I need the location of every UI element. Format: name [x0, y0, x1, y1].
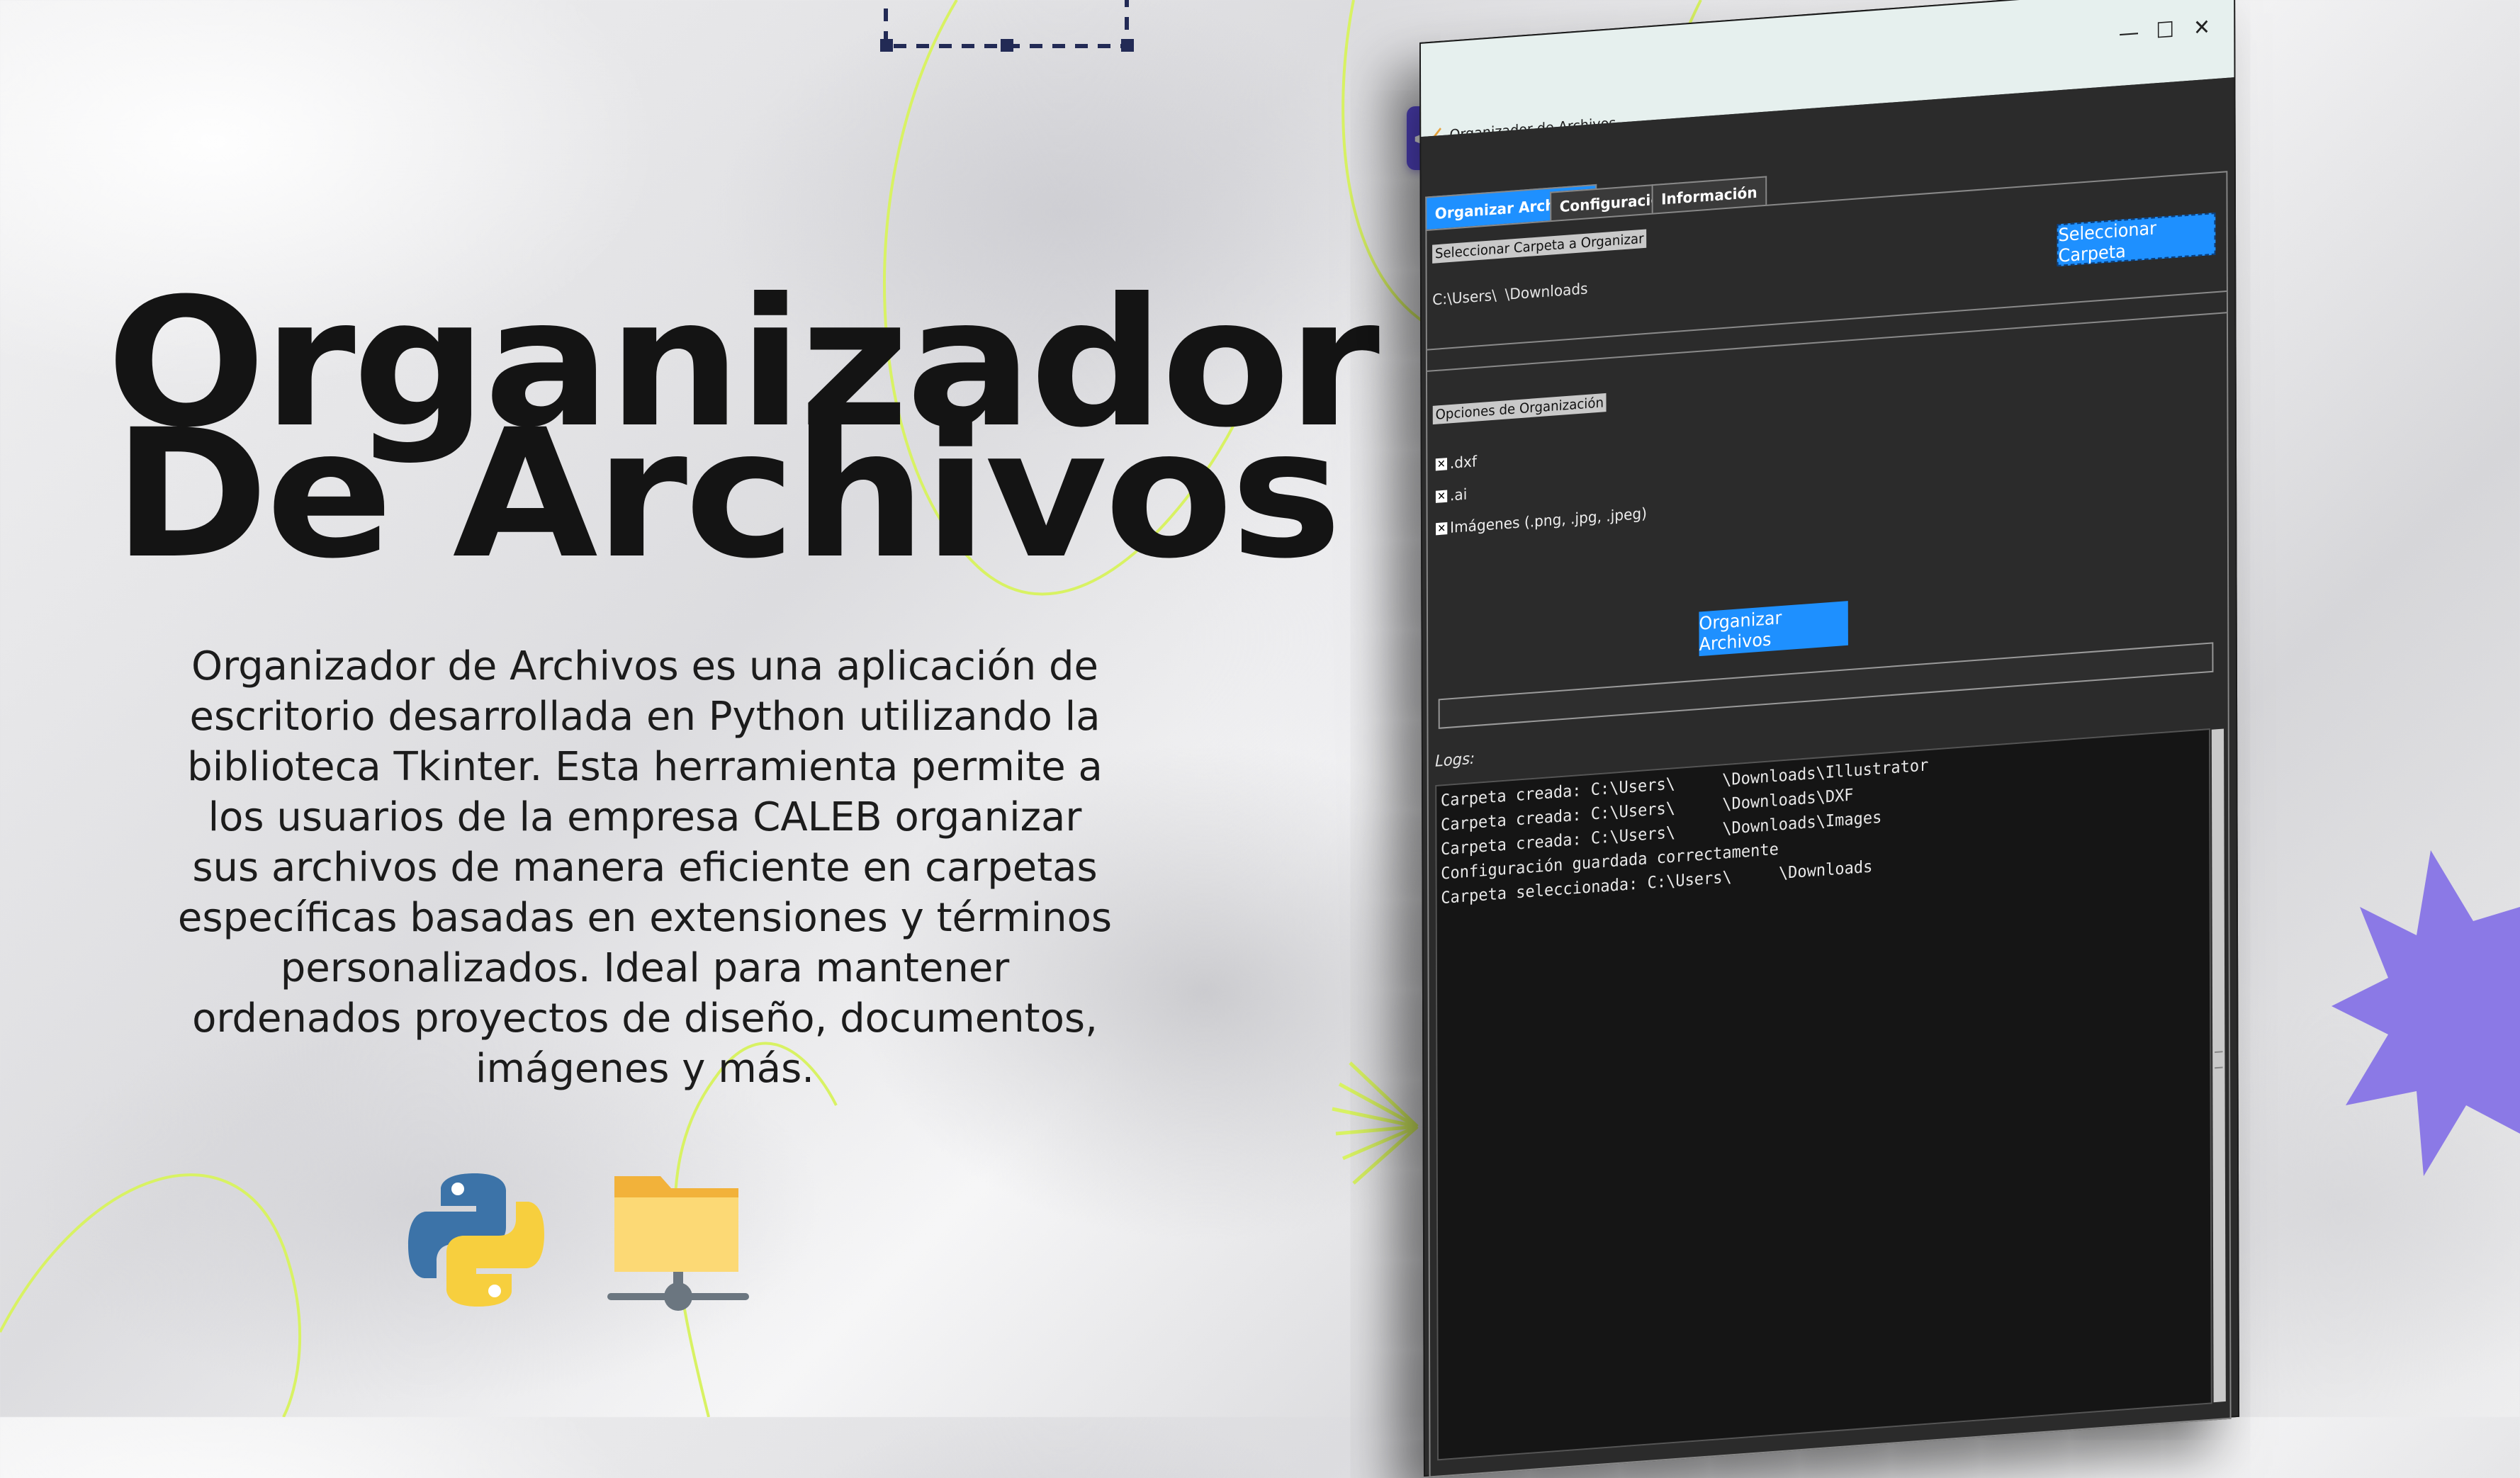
hero-description: Organizador de Archivos es una aplicació… — [177, 643, 1113, 1092]
dashed-selection-box — [880, 0, 1134, 52]
options-label: Opciones de Organización — [1432, 393, 1607, 425]
option-images-label: Imágenes (.png, .jpg, .jpeg) — [1450, 504, 1648, 536]
hero-title: Organizador De Archivos — [106, 275, 1380, 597]
app-window: Organizador de Archivos — ☐ ✕ Organizar … — [1419, 0, 2240, 1478]
hero-title-line2: De Archivos — [113, 391, 1341, 597]
lime-curve-bottom-left — [0, 1173, 302, 1417]
python-logo — [408, 1173, 544, 1307]
path-suffix: \Downloads — [1504, 280, 1588, 303]
checkbox-images[interactable]: ✕ — [1436, 521, 1448, 535]
option-dxf-label: .dxf — [1449, 452, 1477, 473]
select-folder-label: Seleccionar Carpeta a Organizar — [1432, 229, 1647, 264]
checkbox-dxf[interactable]: ✕ — [1435, 457, 1448, 470]
checkbox-ai[interactable]: ✕ — [1435, 490, 1448, 503]
close-button[interactable]: ✕ — [2193, 15, 2210, 41]
log-area[interactable]: Carpeta creada: C:\Users\ \Downloads\Ill… — [1435, 728, 2226, 1461]
select-folder-button[interactable]: Seleccionar Carpeta — [2057, 213, 2216, 266]
organize-files-button[interactable]: Organizar Archivos — [1699, 601, 1848, 657]
folder-network-icon — [607, 1176, 749, 1311]
lime-burst — [1332, 1061, 1419, 1185]
scroll-grip[interactable] — [2215, 1051, 2223, 1069]
option-ai-label: .ai — [1449, 485, 1468, 504]
minimize-button[interactable]: — — [2119, 20, 2139, 46]
logs-label: Logs: — [1435, 750, 1475, 771]
maximize-button[interactable]: ☐ — [2156, 17, 2174, 43]
option-images[interactable]: ✕ Imágenes (.png, .jpg, .jpeg) — [1436, 504, 1647, 537]
app-body: Organizar Archivos Configuración Informa… — [1421, 77, 2239, 1478]
option-ai[interactable]: ✕ .ai — [1435, 485, 1468, 504]
purple-starburst — [2331, 850, 2520, 1176]
organize-panel: Seleccionar Carpeta a Organizar C:\Users… — [1425, 171, 2232, 1478]
progress-bar — [1438, 642, 2214, 729]
option-dxf[interactable]: ✕ .dxf — [1435, 452, 1477, 473]
path-prefix: C:\Users\ — [1432, 286, 1497, 309]
log-scrollbar[interactable] — [2211, 728, 2226, 1403]
